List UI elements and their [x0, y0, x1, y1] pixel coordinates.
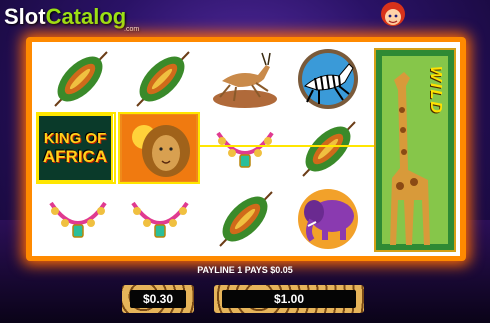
shield-icon	[136, 51, 190, 107]
shield-icon	[219, 191, 273, 247]
necklace-icon	[49, 201, 107, 238]
symbol-shield	[288, 114, 368, 184]
gazelle-icon	[213, 52, 277, 108]
symbol-necklace	[120, 184, 200, 254]
symbol-wild-giraffe: WILD	[374, 48, 456, 252]
symbol-lion	[118, 112, 200, 184]
shield-icon	[54, 51, 108, 107]
win-value: $1.00	[222, 290, 356, 308]
symbol-necklace	[38, 184, 118, 254]
necklace-icon	[131, 201, 189, 238]
king-of-africa-logo: KING OF AFRICA	[37, 114, 113, 182]
symbol-shield	[205, 184, 285, 254]
redhead-character-icon	[381, 2, 405, 26]
symbol-gazelle	[205, 44, 285, 114]
zebra-icon	[298, 49, 358, 109]
wild-label: WILD	[427, 66, 444, 115]
symbol-elephant	[288, 184, 368, 254]
payline-1	[198, 145, 374, 147]
symbol-shield	[122, 44, 202, 114]
bet-value: $0.30	[130, 290, 186, 308]
win-display: $1.00	[214, 285, 364, 313]
shield-icon	[302, 121, 356, 177]
bet-display[interactable]: $0.30	[122, 285, 194, 313]
lion-icon	[122, 115, 196, 181]
slotcatalog-logo: SlotCatalog .com	[4, 4, 140, 33]
elephant-icon	[298, 189, 358, 249]
necklace-icon	[216, 131, 274, 168]
symbol-zebra	[288, 44, 368, 114]
symbol-necklace	[205, 114, 285, 184]
payline-win-text: PAYLINE 1 PAYS $0.05	[197, 265, 293, 275]
game-title	[140, 0, 340, 14]
symbol-shield	[40, 44, 120, 114]
